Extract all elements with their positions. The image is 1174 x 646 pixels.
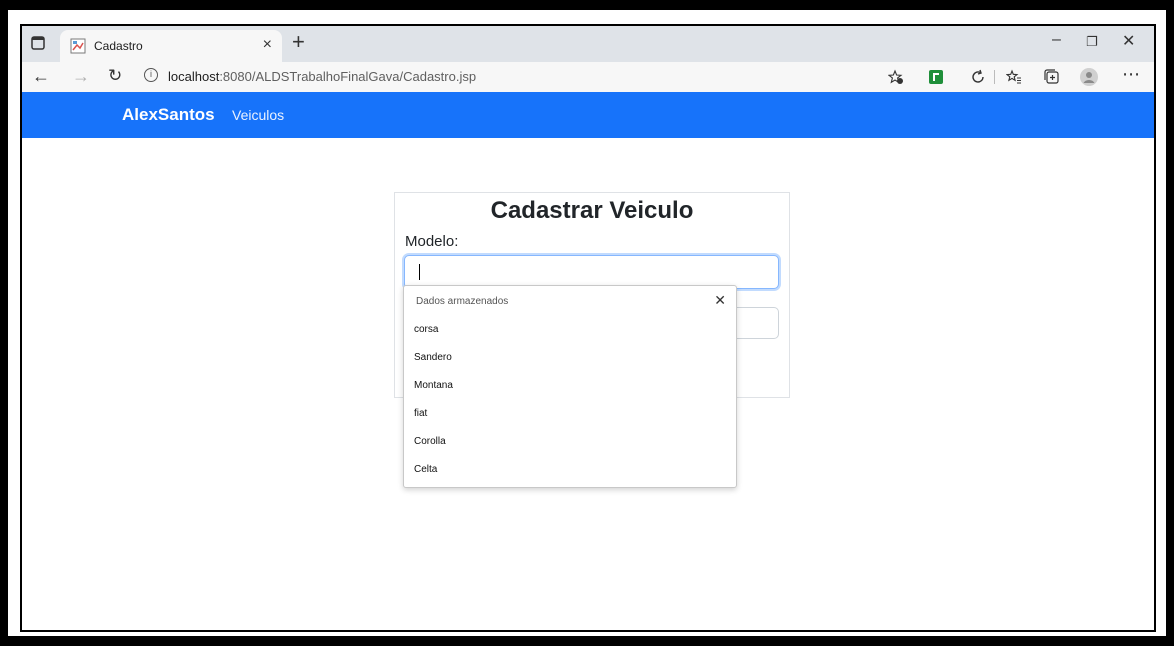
minimize-icon[interactable]: –: [1052, 31, 1061, 49]
toolbar-divider: [994, 70, 995, 84]
restore-icon[interactable]: ❐: [1086, 34, 1098, 50]
autofill-header: Dados armazenados: [416, 296, 509, 307]
tab-actions-icon[interactable]: [30, 35, 46, 51]
modelo-label: Modelo:: [405, 233, 459, 250]
url-host: localhost: [168, 69, 220, 84]
collections-icon[interactable]: [1044, 69, 1060, 85]
nav-link-veiculos[interactable]: Veiculos: [232, 107, 284, 123]
new-tab-icon[interactable]: +: [292, 29, 305, 55]
more-options-icon[interactable]: ⋯: [1122, 64, 1140, 84]
navbar-brand[interactable]: AlexSantos: [122, 105, 215, 125]
app-navbar: AlexSantos Veiculos: [22, 92, 1154, 138]
tab-cadastro[interactable]: Cadastro ×: [60, 30, 282, 62]
page-favicon-icon: [70, 38, 86, 54]
autofill-dropdown: Dados armazenados ✕ corsa Sandero Montan…: [403, 285, 737, 488]
tab-strip: Cadastro × + – ❐ ✕: [22, 26, 1154, 62]
refresh-extension-icon[interactable]: [970, 69, 986, 85]
address-bar[interactable]: i localhost:8080/ALDSTrabalhoFinalGava/C…: [142, 65, 922, 89]
refresh-icon[interactable]: ↻: [108, 66, 122, 86]
window-close-icon[interactable]: ✕: [1122, 31, 1135, 51]
url-path: :8080/ALDSTrabalhoFinalGava/Cadastro.jsp: [219, 69, 477, 84]
forward-icon[interactable]: →: [72, 66, 90, 86]
autofill-item[interactable]: fiat: [414, 404, 714, 424]
browser-toolbar: ← → ↻ i localhost:8080/ALDSTrabalhoFinal…: [22, 62, 1154, 92]
autofill-item[interactable]: corsa: [414, 320, 714, 340]
tab-title: Cadastro: [94, 39, 143, 53]
browser-window: Cadastro × + – ❐ ✕ ← → ↻ i localhost:808…: [20, 24, 1156, 632]
back-icon[interactable]: ←: [32, 66, 50, 86]
form-title: Cadastrar Veiculo: [490, 197, 694, 224]
extension-icon[interactable]: [928, 69, 944, 85]
text-caret: [419, 264, 420, 280]
site-info-icon[interactable]: i: [144, 68, 158, 82]
modelo-input[interactable]: [404, 255, 779, 289]
autofill-item[interactable]: Celta: [414, 460, 714, 480]
autofill-item[interactable]: Corolla: [414, 432, 714, 452]
profile-avatar-icon[interactable]: [1080, 68, 1098, 86]
address-text: localhost:8080/ALDSTrabalhoFinalGava/Cad…: [168, 69, 476, 84]
autofill-item[interactable]: Montana: [414, 376, 714, 396]
autofill-close-icon[interactable]: ✕: [714, 292, 726, 309]
add-favorite-icon[interactable]: [888, 69, 904, 85]
autofill-item[interactable]: Sandero: [414, 348, 714, 368]
favorites-icon[interactable]: [1006, 69, 1022, 85]
tab-close-icon[interactable]: ×: [263, 36, 272, 54]
